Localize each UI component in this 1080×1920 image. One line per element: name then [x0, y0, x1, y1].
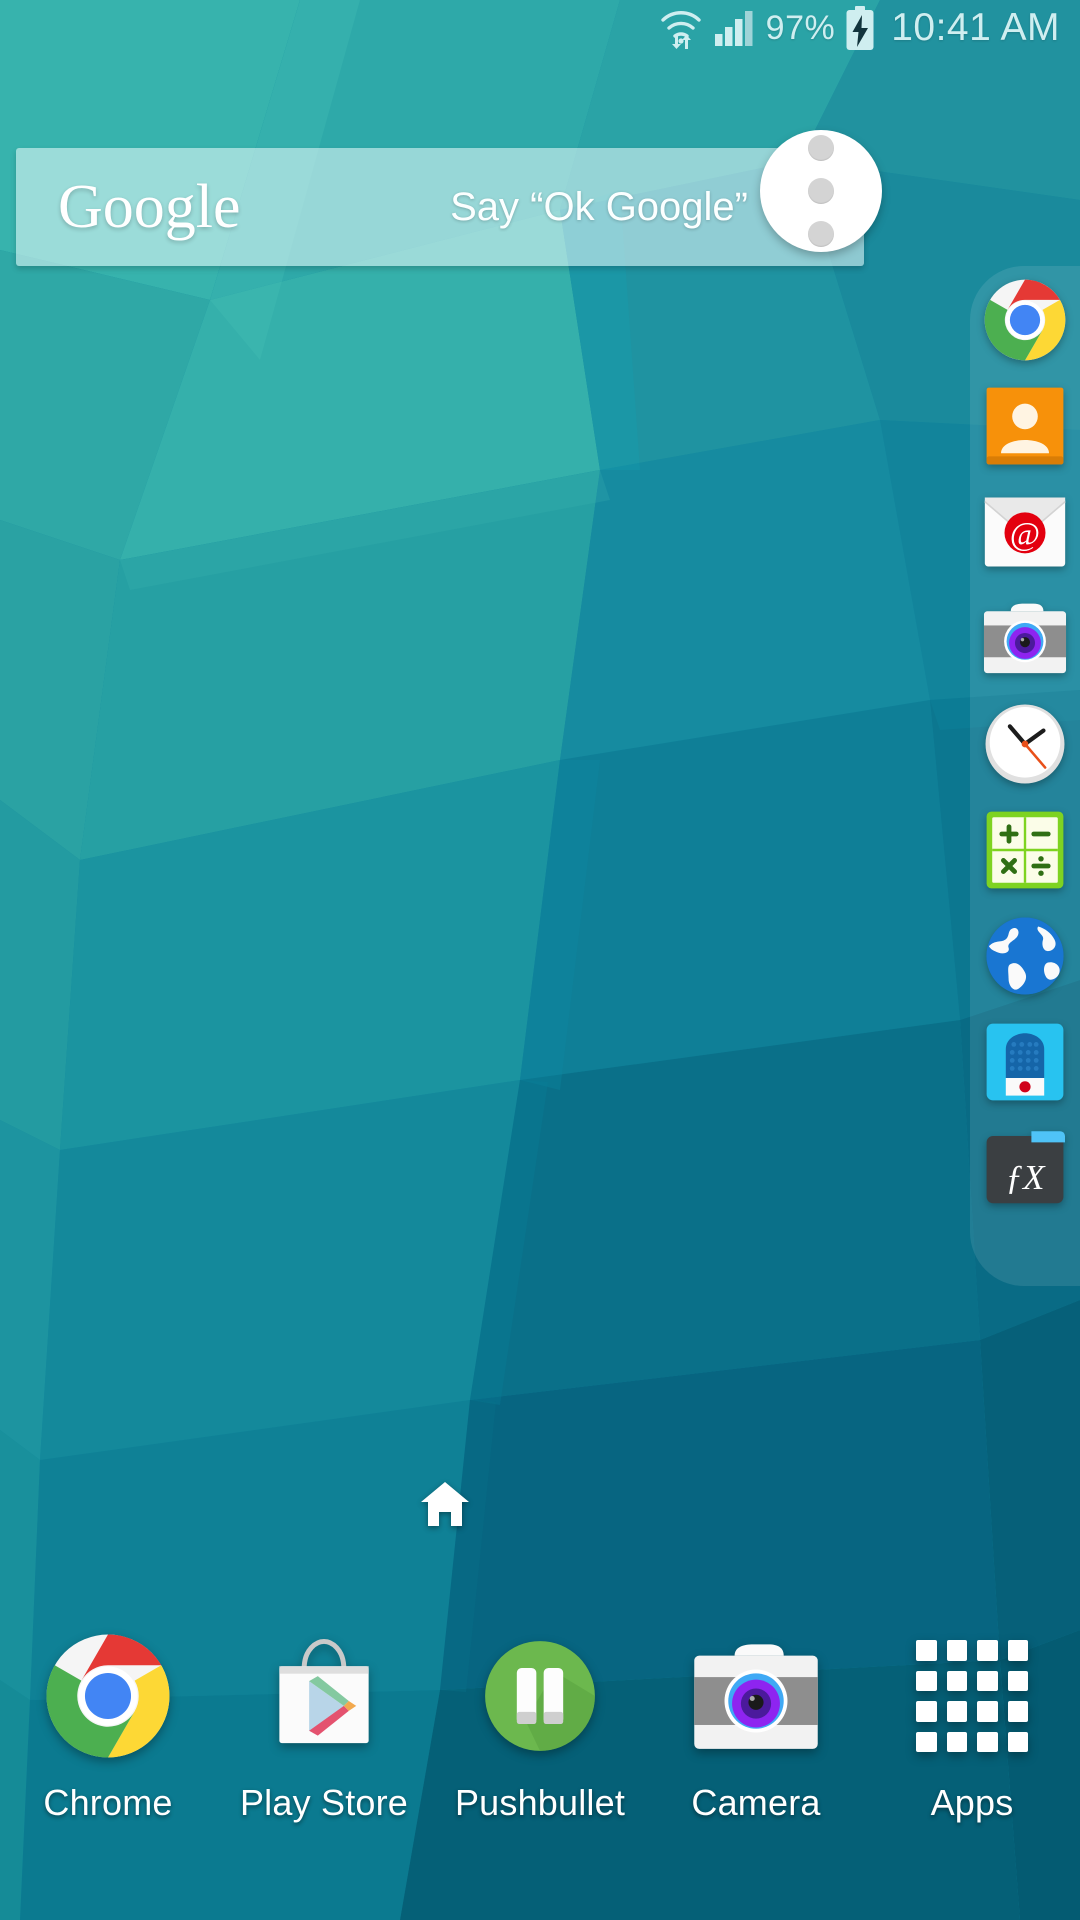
google-logo: Google	[58, 173, 241, 241]
email-icon: @	[984, 497, 1066, 567]
dock-label-apps: Apps	[930, 1782, 1014, 1823]
status-bar-clock: 10:41 AM	[891, 6, 1060, 49]
globe-browser-icon	[986, 917, 1064, 995]
clock-icon	[985, 704, 1065, 784]
bottom-dock[interactable]: Chrome Play Store Pushbullet Camera Apps	[0, 1620, 1080, 1920]
sidebar-item-calculator[interactable]	[983, 808, 1067, 892]
svg-text:ƒX: ƒX	[1005, 1158, 1046, 1197]
wifi-transfer-icon	[658, 7, 704, 49]
pushbullet-icon	[476, 1632, 604, 1760]
sidebar-item-email[interactable]: @	[983, 490, 1067, 574]
edge-sidebar-dock[interactable]: @ ƒX	[970, 266, 1080, 1286]
dock-item-apps[interactable]: Apps	[864, 1632, 1080, 1824]
chrome-icon	[984, 279, 1066, 361]
voice-recorder-icon	[986, 1023, 1064, 1101]
dock-item-chrome[interactable]: Chrome	[0, 1632, 216, 1824]
dock-label-camera: Camera	[691, 1782, 821, 1823]
dock-label-chrome: Chrome	[43, 1782, 173, 1823]
calculator-icon	[986, 811, 1064, 889]
overflow-menu-button[interactable]	[760, 130, 882, 252]
chrome-icon	[44, 1632, 172, 1760]
fx-file-explorer-icon: ƒX	[986, 1131, 1065, 1204]
cellular-signal-icon	[714, 9, 756, 47]
play-store-icon	[260, 1632, 388, 1760]
overflow-dot-3	[808, 221, 834, 247]
camera-icon	[983, 603, 1067, 674]
apps-grid-icon	[908, 1632, 1036, 1760]
sidebar-item-chrome[interactable]	[983, 278, 1067, 362]
camera-icon	[692, 1632, 820, 1760]
battery-charging-icon	[845, 6, 875, 50]
sidebar-item-camera[interactable]	[983, 596, 1067, 680]
page-indicator	[0, 1480, 890, 1528]
dock-label-pushbullet: Pushbullet	[454, 1782, 626, 1823]
sidebar-item-clock[interactable]	[983, 702, 1067, 786]
overflow-dot-2	[808, 178, 834, 204]
dock-item-camera[interactable]: Camera	[648, 1632, 864, 1824]
google-search-widget[interactable]: Google Say “Ok Google”	[16, 148, 864, 266]
sidebar-item-voice-recorder[interactable]	[983, 1020, 1067, 1104]
ok-google-hint: Say “Ok Google”	[450, 184, 748, 229]
battery-percent-label: 97%	[765, 8, 836, 47]
dock-label-play-store: Play Store	[239, 1782, 409, 1823]
home-page-icon	[421, 1482, 469, 1526]
sidebar-item-contacts[interactable]	[983, 384, 1067, 468]
dock-item-pushbullet[interactable]: Pushbullet	[432, 1632, 648, 1824]
overflow-dot-1	[808, 135, 834, 161]
status-bar[interactable]: 97% 10:41 AM	[0, 0, 1080, 56]
contacts-icon	[986, 387, 1064, 465]
sidebar-item-internet[interactable]	[983, 914, 1067, 998]
dock-item-play-store[interactable]: Play Store	[216, 1632, 432, 1824]
svg-text:@: @	[1010, 516, 1040, 552]
sidebar-item-fx-file-explorer[interactable]: ƒX	[983, 1126, 1067, 1210]
